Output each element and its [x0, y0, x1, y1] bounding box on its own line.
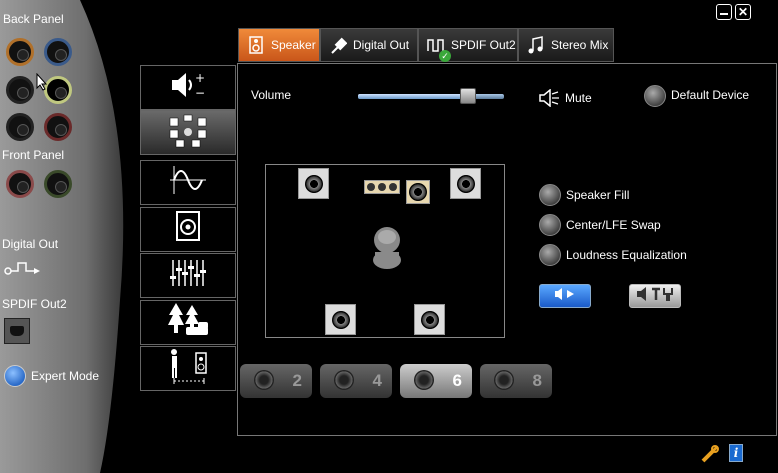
volume-slider[interactable] [358, 88, 504, 104]
nav-speaker-config[interactable] [140, 110, 236, 155]
volume-plus-minus-icon: + − [168, 70, 208, 105]
speaker-cone-icon [494, 370, 514, 390]
room-correction-icon [166, 347, 210, 390]
mute-label: Mute [565, 91, 592, 105]
nav-environment[interactable] [140, 300, 236, 345]
jack-back-black-1[interactable] [6, 76, 34, 104]
speaker-cone-icon [414, 370, 434, 390]
loudness-equalization-label: Loudness Equalization [566, 248, 687, 262]
plug-icon [329, 36, 347, 54]
music-note-icon [527, 36, 545, 54]
back-panel-label: Back Panel [3, 12, 64, 26]
center-lfe-swap-label: Center/LFE Swap [566, 218, 661, 232]
speaker-center[interactable] [364, 180, 400, 194]
speaker-subwoofer[interactable] [406, 180, 430, 204]
svg-text:+: + [195, 71, 205, 85]
tab-spdif-out2[interactable]: SPDIF Out2 ✓ [418, 28, 518, 62]
channel-2-button[interactable]: 2 [240, 364, 312, 398]
nav-equalizer-sliders[interactable] [140, 253, 236, 298]
tab-speaker[interactable]: Speaker [238, 28, 320, 62]
channel-4-button[interactable]: 4 [320, 364, 392, 398]
environment-trees-icon [166, 301, 210, 344]
speaker-play-icon [553, 287, 577, 306]
digital-out-icon[interactable] [4, 260, 44, 281]
jack-back-black-2[interactable] [6, 113, 34, 141]
nav-volume[interactable]: + − [140, 65, 236, 110]
volume-slider-thumb[interactable] [459, 88, 476, 104]
channel-label: 4 [372, 371, 382, 390]
front-panel-label: Front Panel [2, 148, 65, 162]
speaker-settings-button[interactable] [629, 284, 681, 308]
default-device-label: Default Device [671, 88, 750, 102]
nav-subwoofer[interactable] [140, 207, 236, 252]
tab-label: Stereo Mix [551, 38, 609, 52]
minimize-button[interactable] [716, 4, 732, 20]
jack-back-lime[interactable] [44, 76, 72, 104]
channel-label: 2 [292, 371, 302, 390]
surround-speakers-icon [166, 112, 210, 153]
test-play-button[interactable] [539, 284, 591, 308]
speaker-icon [247, 36, 265, 54]
speaker-fill-label: Speaker Fill [566, 188, 630, 202]
jack-back-red[interactable] [44, 113, 72, 141]
speaker-front-right[interactable] [450, 168, 481, 199]
loudness-equalization-toggle[interactable] [539, 244, 561, 266]
tab-label: Digital Out [353, 38, 410, 52]
mouse-cursor-icon [36, 72, 48, 96]
listener-avatar-icon [365, 224, 409, 277]
channel-8-button[interactable]: 8 [480, 364, 552, 398]
jack-front-green[interactable] [44, 170, 72, 198]
jack-back-orange[interactable] [6, 38, 34, 66]
sine-wave-icon [168, 164, 208, 201]
tools-icon[interactable] [700, 444, 720, 469]
expert-mode-button[interactable] [4, 365, 26, 387]
check-icon: ✓ [439, 50, 451, 62]
equalizer-sliders-icon [168, 258, 208, 293]
minimize-icon [720, 13, 728, 15]
expert-mode-label: Expert Mode [31, 369, 100, 383]
tab-stereo-mix[interactable]: Stereo Mix [518, 28, 614, 62]
subwoofer-icon [173, 210, 203, 249]
speaker-rear-left[interactable] [325, 304, 356, 335]
channel-label: 6 [452, 371, 462, 390]
tab-label: SPDIF Out2 [451, 38, 516, 52]
volume-slider-fill [358, 94, 468, 99]
close-icon: ✕ [737, 5, 749, 19]
mute-icon[interactable] [538, 88, 560, 112]
default-device-button[interactable] [644, 85, 666, 107]
close-button[interactable]: ✕ [735, 4, 751, 20]
speaker-cone-icon [334, 370, 354, 390]
info-icon[interactable]: i [729, 444, 743, 462]
digital-out-label: Digital Out [2, 237, 59, 251]
spdif-port-icon[interactable] [4, 318, 30, 344]
speaker-fill-toggle[interactable] [539, 184, 561, 206]
nav-room-correction[interactable] [140, 346, 236, 391]
jack-front-pink[interactable] [6, 170, 34, 198]
nav-equalizer-wave[interactable] [140, 160, 236, 205]
speaker-tools-icon [635, 286, 675, 307]
volume-label: Volume [251, 88, 292, 102]
jack-back-blue[interactable] [44, 38, 72, 66]
speaker-front-left[interactable] [298, 168, 329, 199]
center-lfe-swap-toggle[interactable] [539, 214, 561, 236]
svg-text:−: − [195, 86, 205, 100]
channel-label: 8 [532, 371, 542, 390]
speaker-rear-right[interactable] [414, 304, 445, 335]
spdif-out2-label: SPDIF Out2 [2, 297, 67, 311]
channel-6-button[interactable]: 6 [400, 364, 472, 398]
tab-digital-out[interactable]: Digital Out [320, 28, 418, 62]
tab-label: Speaker [271, 38, 316, 52]
speaker-cone-icon [254, 370, 274, 390]
